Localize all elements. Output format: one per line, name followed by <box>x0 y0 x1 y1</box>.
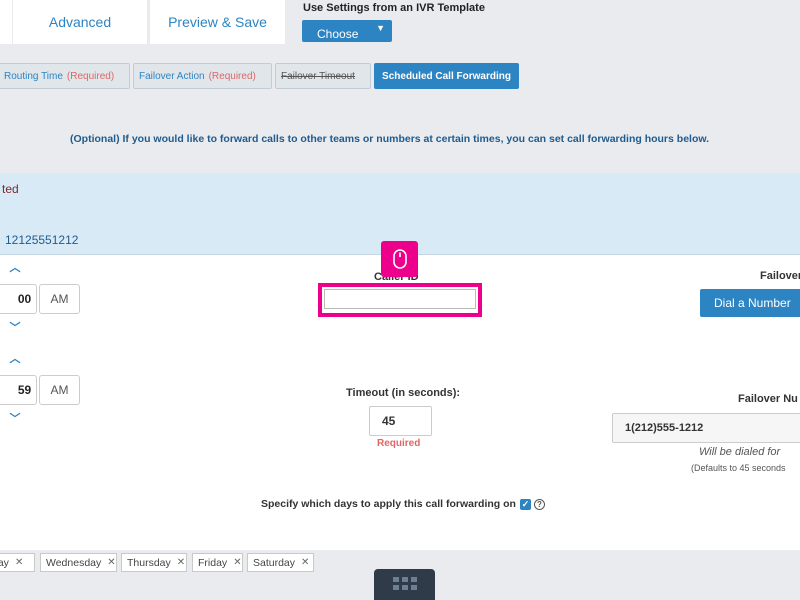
failover-number-input[interactable]: 1(212)555-1212 <box>612 413 800 443</box>
tab-failover-action-label: Failover Action <box>139 70 205 82</box>
checkbox-icon[interactable]: ✓ <box>519 498 531 510</box>
day-tag-label: Thursday <box>127 556 171 569</box>
day-tag: Wednesday ✕ <box>40 553 117 572</box>
remove-icon[interactable]: ✕ <box>301 557 309 568</box>
timeout-input[interactable]: 45 <box>369 406 432 436</box>
day-tag-label: Friday <box>198 556 228 569</box>
top-bar: Advanced Preview & Save Use Settings fro… <box>0 0 800 44</box>
grid-icon <box>392 576 417 590</box>
tab-advanced[interactable]: Advanced <box>13 0 147 44</box>
day-tag-label: day <box>0 556 9 569</box>
specify-days-label: Specify which days to apply this call fo… <box>261 498 516 510</box>
end-minute-input[interactable]: 59 <box>0 375 37 405</box>
chevron-down-icon[interactable]: ﹀ <box>8 323 22 334</box>
dialed-note: Will be dialed for <box>699 446 781 458</box>
remove-icon[interactable]: ✕ <box>107 557 115 568</box>
start-minute-value: 00 <box>17 292 32 306</box>
start-ampm-toggle[interactable]: AM <box>39 284 80 314</box>
forwarding-number: 12125551212 <box>5 233 79 247</box>
failover-action-label: Failover <box>760 270 800 282</box>
end-minute-value: 59 <box>17 383 32 397</box>
required-badge: (Required) <box>66 70 115 82</box>
dial-a-number-button[interactable]: Dial a Number <box>700 289 800 317</box>
day-tag: day ✕ <box>0 553 35 572</box>
tab-scheduled-call-forwarding[interactable]: Scheduled Call Forwarding <box>374 63 519 89</box>
required-badge: (Required) <box>208 70 256 82</box>
start-minute-input[interactable]: 00 <box>0 284 37 314</box>
failover-number-label: Failover Nu <box>738 393 798 405</box>
caller-id-input[interactable] <box>324 289 476 309</box>
day-tag: Friday ✕ <box>192 553 243 572</box>
ivr-template-select-value: Choose <box>317 27 359 41</box>
day-tag-label: Saturday <box>253 556 296 569</box>
mouse-icon <box>381 241 418 277</box>
tab-failover-timeout[interactable]: Failover Timeout <box>275 63 371 89</box>
forwarding-status-text: ted <box>2 182 19 196</box>
end-ampm-value: AM <box>50 383 69 397</box>
tab-scheduled-call-forwarding-label: Scheduled Call Forwarding <box>382 70 511 82</box>
timeout-required: Required <box>377 438 421 449</box>
tab-previous[interactable] <box>0 0 12 44</box>
day-tag: Thursday ✕ <box>121 553 187 572</box>
remove-icon[interactable]: ✕ <box>177 557 185 568</box>
ivr-template-label: Use Settings from an IVR Template <box>303 2 485 14</box>
tab-routing-time-label: Routing Time <box>4 70 63 82</box>
tab-routing-time[interactable]: Routing Time (Required) <box>0 63 130 89</box>
start-ampm-value: AM <box>50 292 69 306</box>
end-ampm-toggle[interactable]: AM <box>39 375 80 405</box>
defaults-note: (Defaults to 45 seconds <box>691 463 786 473</box>
timeout-label: Timeout (in seconds): <box>346 387 461 399</box>
help-icon[interactable]: ? <box>533 498 545 510</box>
chevron-up-icon[interactable]: ︿ <box>8 354 22 365</box>
day-tag-label: Wednesday <box>46 556 102 569</box>
ivr-template-select[interactable]: Choose ▼ <box>302 20 392 42</box>
remove-icon[interactable]: ✕ <box>15 557 23 568</box>
grid-menu-button[interactable] <box>374 569 435 600</box>
chevron-down-icon: ▼ <box>376 23 385 33</box>
tab-preview-save[interactable]: Preview & Save <box>150 0 285 44</box>
remove-icon[interactable]: ✕ <box>233 557 241 568</box>
specify-days-row: Specify which days to apply this call fo… <box>261 498 545 510</box>
chevron-down-icon[interactable]: ﹀ <box>8 414 22 425</box>
tab-failover-action[interactable]: Failover Action (Required) <box>133 63 272 89</box>
tab-failover-timeout-label: Failover Timeout <box>281 70 355 82</box>
chevron-up-icon[interactable]: ︿ <box>8 263 22 274</box>
optional-note: (Optional) If you would like to forward … <box>70 133 710 145</box>
day-tag: Saturday ✕ <box>247 553 314 572</box>
